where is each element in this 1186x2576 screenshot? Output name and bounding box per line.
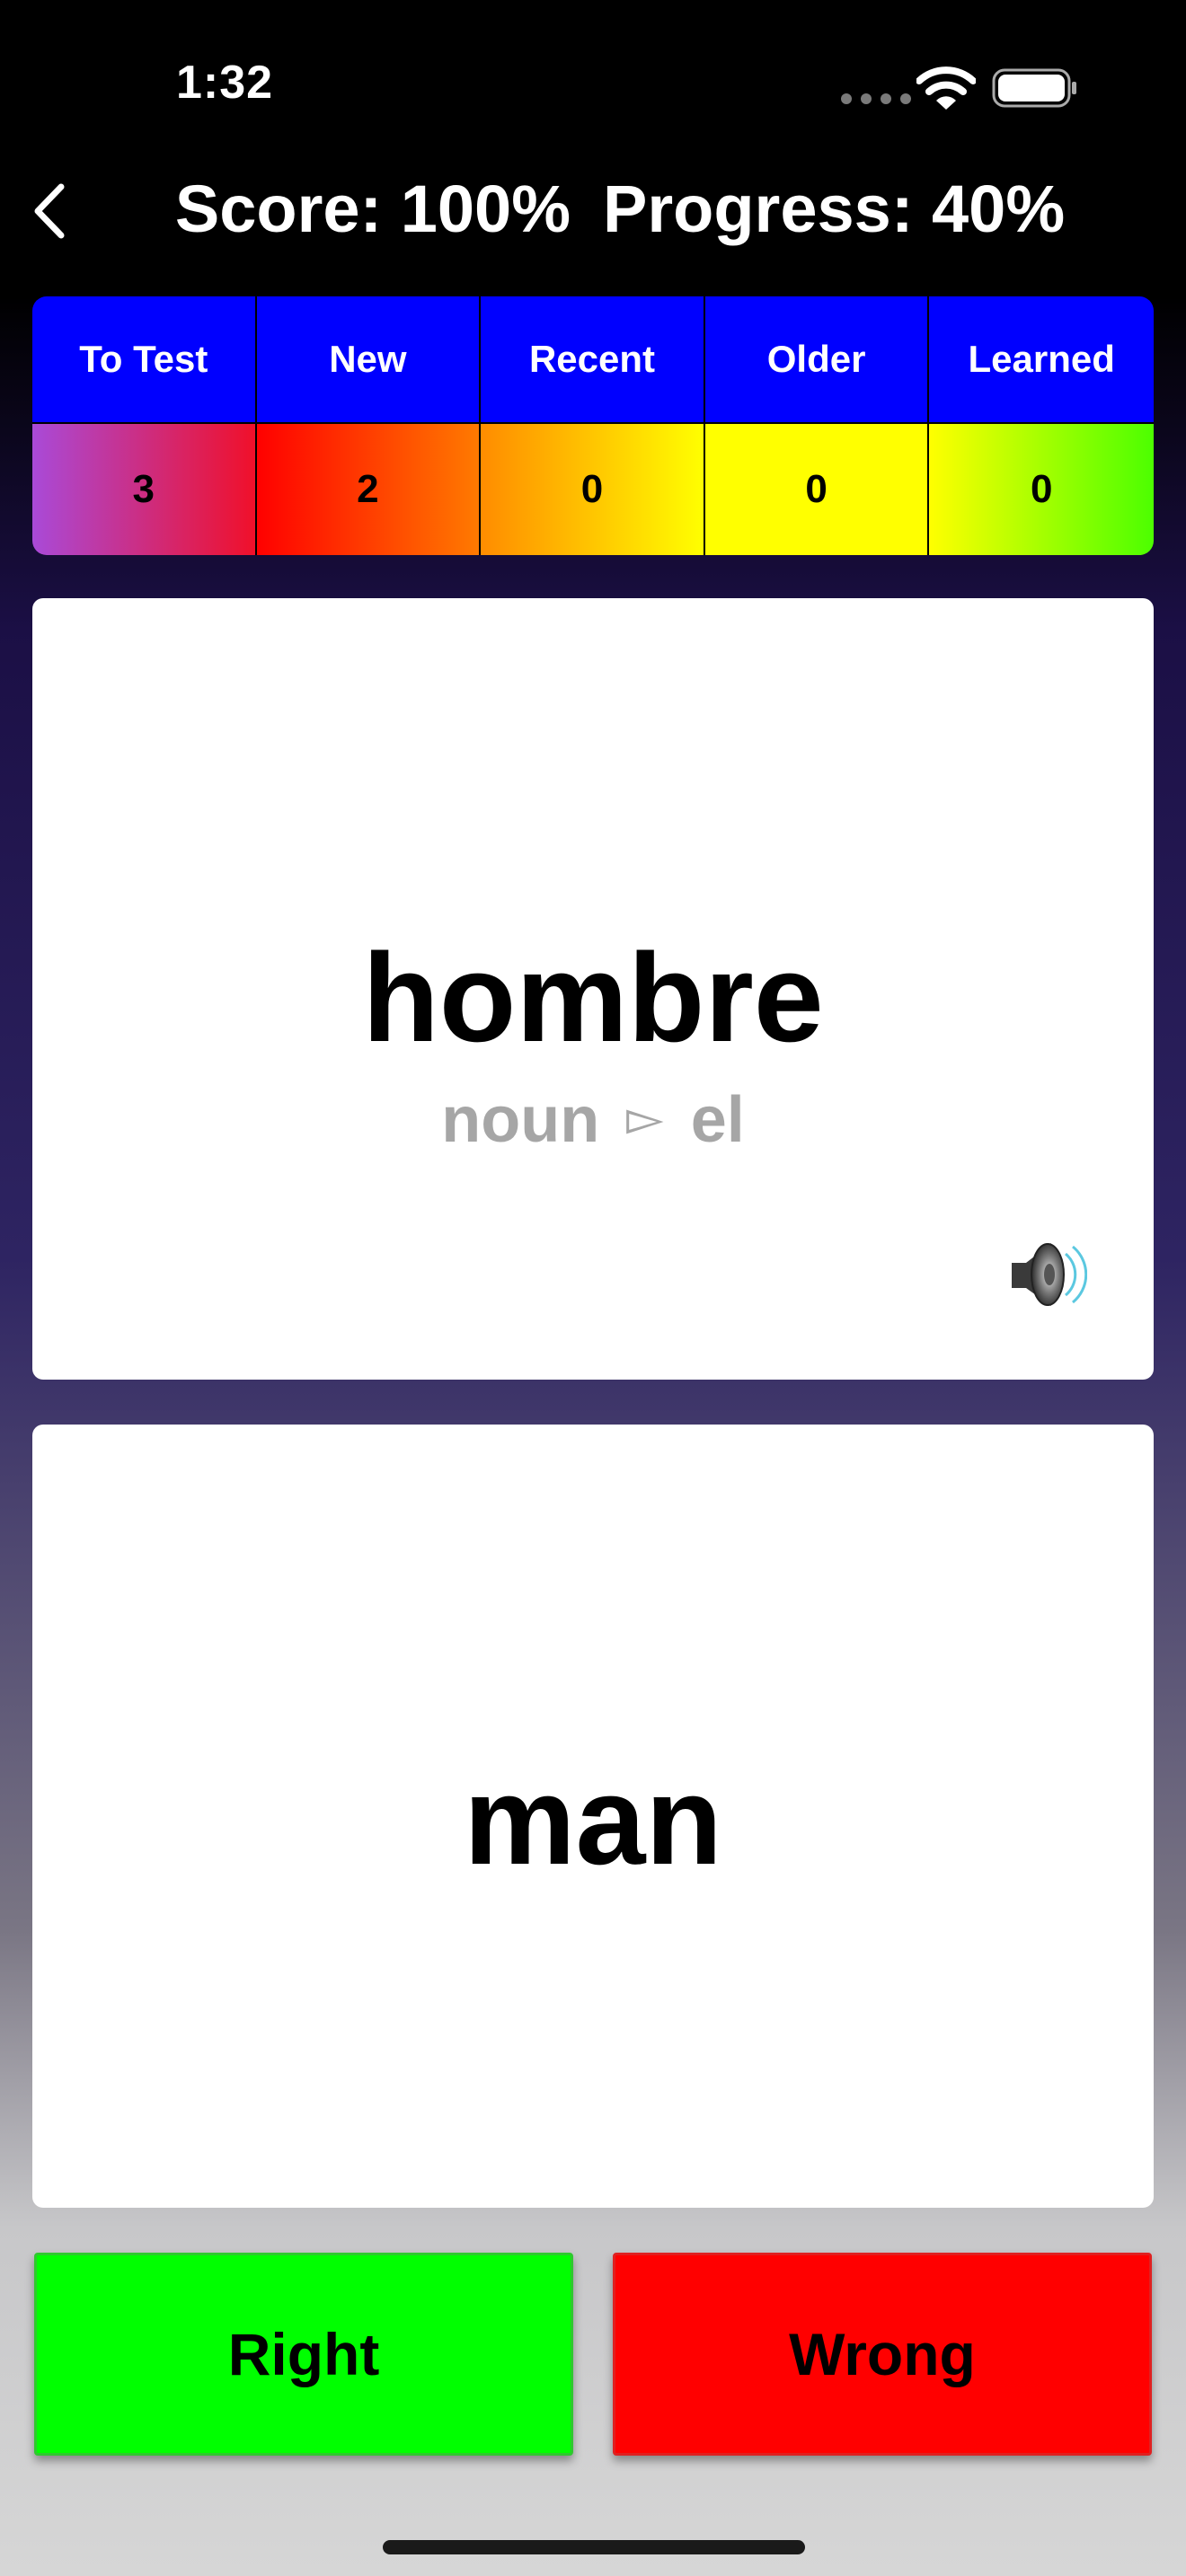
progress-label: Progress: 40%	[603, 172, 1066, 246]
wrong-button[interactable]: Wrong	[613, 2253, 1152, 2456]
word-details: noun ▻ el	[32, 1083, 1154, 1157]
speaker-icon[interactable]	[994, 1227, 1087, 1320]
stat-header-to-test: To Test	[32, 296, 257, 424]
score-label: Score: 100%	[174, 172, 571, 246]
stat-value-new: 2	[256, 424, 482, 555]
stats-table: To Test New Recent Older Learned 3 2 0 0…	[32, 296, 1154, 555]
card-word: hombre	[362, 927, 824, 1068]
battery-icon	[992, 68, 1076, 108]
wifi-icon	[916, 66, 976, 110]
back-card[interactable]: man	[32, 1425, 1154, 2208]
cellular-signal-icon	[841, 93, 911, 104]
part-of-speech: noun	[441, 1084, 600, 1156]
back-chevron-icon[interactable]	[27, 180, 72, 243]
right-button[interactable]: Right	[34, 2253, 573, 2456]
stat-header-learned: Learned	[929, 296, 1154, 424]
article: el	[690, 1084, 745, 1156]
header-title: Score: 100% Progress: 40%	[90, 171, 1150, 247]
separator-triangle: ▻	[626, 1091, 664, 1145]
stat-value-to-test: 3	[32, 424, 257, 555]
stat-header-new: New	[256, 296, 482, 424]
home-indicator[interactable]	[383, 2540, 805, 2554]
stat-value-learned: 0	[929, 424, 1154, 555]
stat-value-older: 0	[704, 424, 930, 555]
front-card[interactable]: hombre noun ▻ el	[32, 598, 1154, 1380]
stat-header-recent: Recent	[481, 296, 705, 424]
card-translation: man	[464, 1750, 722, 1891]
stat-value-recent: 0	[481, 424, 705, 555]
stat-header-older: Older	[704, 296, 930, 424]
status-time: 1:32	[176, 57, 274, 109]
